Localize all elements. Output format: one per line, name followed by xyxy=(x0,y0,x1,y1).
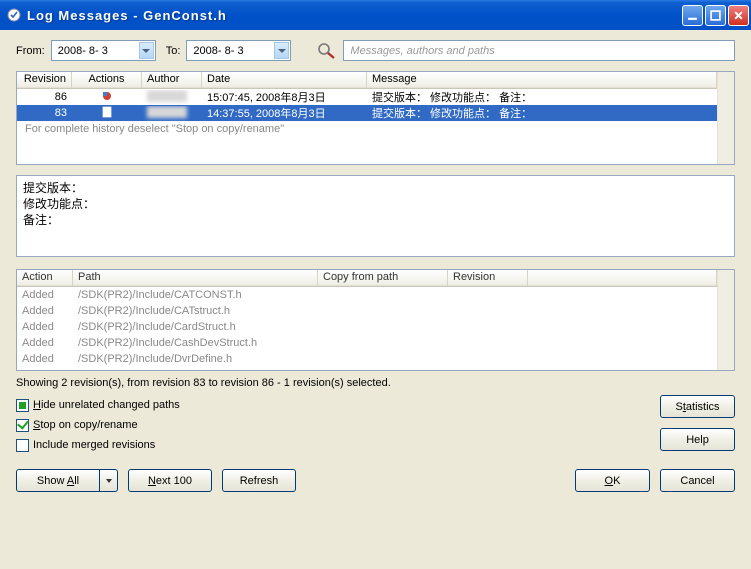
rev-date: 14:37:55, 2008年8月3日 xyxy=(202,105,367,121)
close-button[interactable] xyxy=(728,5,749,26)
rev-date: 15:07:45, 2008年8月3日 xyxy=(202,89,367,105)
author-redacted xyxy=(147,106,187,118)
cancel-button[interactable]: Cancel xyxy=(660,469,735,492)
col-action[interactable]: Action xyxy=(17,270,73,286)
next-100-button[interactable]: Next 100 xyxy=(128,469,212,492)
checkbox-label: Include merged revisions xyxy=(33,435,155,455)
show-all-split-button[interactable]: Show All xyxy=(16,469,118,492)
show-all-button[interactable]: Show All xyxy=(16,469,100,492)
detail-line: 提交版本： xyxy=(23,180,728,196)
detail-line: 备注： xyxy=(23,212,728,228)
ok-button[interactable]: OK xyxy=(575,469,650,492)
titlebar: Log Messages - GenConst.h xyxy=(0,0,751,30)
rev-msg: 提交版本： 修改功能点： 备注： xyxy=(367,89,717,105)
search-icon xyxy=(317,42,337,60)
include-merged-checkbox[interactable]: Include merged revisions xyxy=(16,435,660,455)
checkbox-icon xyxy=(16,439,29,452)
action-modify-icon xyxy=(101,90,113,102)
chevron-down-icon xyxy=(139,42,154,59)
search-placeholder: Messages, authors and paths xyxy=(350,45,494,57)
help-button[interactable]: Help xyxy=(660,428,735,451)
date-from-dropdown[interactable]: 2008- 8- 3 xyxy=(51,40,156,61)
revision-row[interactable]: 86 15:07:45, 2008年8月3日 提交版本： 修改功能点： 备注： xyxy=(17,89,717,105)
date-to-value: 2008- 8- 3 xyxy=(193,45,274,57)
revision-hint: For complete history deselect "Stop on c… xyxy=(17,121,717,137)
rev-number: 83 xyxy=(17,107,72,119)
col-date[interactable]: Date xyxy=(202,72,367,88)
minimize-button[interactable] xyxy=(682,5,703,26)
from-label: From: xyxy=(16,45,45,57)
show-all-dropdown[interactable] xyxy=(100,469,118,492)
col-actions[interactable]: Actions xyxy=(72,72,142,88)
path-row[interactable]: Added/SDK(PR2)/Include/CATstruct.h xyxy=(17,303,717,319)
paths-header-row: Action Path Copy from path Revision xyxy=(17,270,717,287)
checkbox-icon xyxy=(16,419,29,432)
path-row[interactable]: Added/SDK(PR2)/Include/CATCONST.h xyxy=(17,287,717,303)
search-input[interactable]: Messages, authors and paths xyxy=(343,40,735,61)
commit-message-pane[interactable]: 提交版本： 修改功能点： 备注： xyxy=(16,175,735,257)
changed-paths-list: Action Path Copy from path Revision Adde… xyxy=(16,269,735,371)
checkbox-label: Stop on copy/rename xyxy=(33,415,138,435)
col-copyfrom[interactable]: Copy from path xyxy=(318,270,448,286)
checkbox-icon xyxy=(16,399,29,412)
refresh-button[interactable]: Refresh xyxy=(222,469,296,492)
hide-unrelated-checkbox[interactable]: Hide unrelated changed paths xyxy=(16,395,660,415)
col-author[interactable]: Author xyxy=(142,72,202,88)
path-row[interactable]: Added/SDK(PR2)/Include/CardStruct.h xyxy=(17,319,717,335)
date-to-dropdown[interactable]: 2008- 8- 3 xyxy=(186,40,291,61)
rev-number: 86 xyxy=(17,91,72,103)
col-path[interactable]: Path xyxy=(73,270,318,286)
checkbox-label: Hide unrelated changed paths xyxy=(33,395,180,415)
stop-on-copy-checkbox[interactable]: Stop on copy/rename xyxy=(16,415,660,435)
filter-row: From: 2008- 8- 3 To: 2008- 8- 3 Messages… xyxy=(16,40,735,61)
status-text: Showing 2 revision(s), from revision 83 … xyxy=(16,377,735,389)
action-add-icon xyxy=(101,106,113,118)
path-row[interactable]: Added/SDK(PR2)/Include/CashDevStruct.h xyxy=(17,335,717,351)
revision-row[interactable]: 83 14:37:55, 2008年8月3日 提交版本： 修改功能点： 备注： xyxy=(17,105,717,121)
revision-list: Revision Actions Author Date Message 86 … xyxy=(16,71,735,165)
maximize-button[interactable] xyxy=(705,5,726,26)
detail-line: 修改功能点： xyxy=(23,196,728,212)
revision-header-row: Revision Actions Author Date Message xyxy=(17,72,717,89)
col-message[interactable]: Message xyxy=(367,72,717,88)
to-label: To: xyxy=(166,45,181,57)
scrollbar[interactable] xyxy=(717,72,734,164)
col-revision[interactable]: Revision xyxy=(17,72,72,88)
window-title: Log Messages - GenConst.h xyxy=(27,8,682,23)
statistics-button[interactable]: Statistics xyxy=(660,395,735,418)
path-row[interactable]: Added/SDK(PR2)/Include/DvrDefine.h xyxy=(17,351,717,367)
author-redacted xyxy=(147,90,187,102)
date-from-value: 2008- 8- 3 xyxy=(58,45,139,57)
app-icon xyxy=(6,7,22,23)
chevron-down-icon xyxy=(274,42,289,59)
col-revision[interactable]: Revision xyxy=(448,270,528,286)
rev-msg: 提交版本： 修改功能点： 备注： xyxy=(367,105,717,121)
scrollbar[interactable] xyxy=(717,270,734,370)
